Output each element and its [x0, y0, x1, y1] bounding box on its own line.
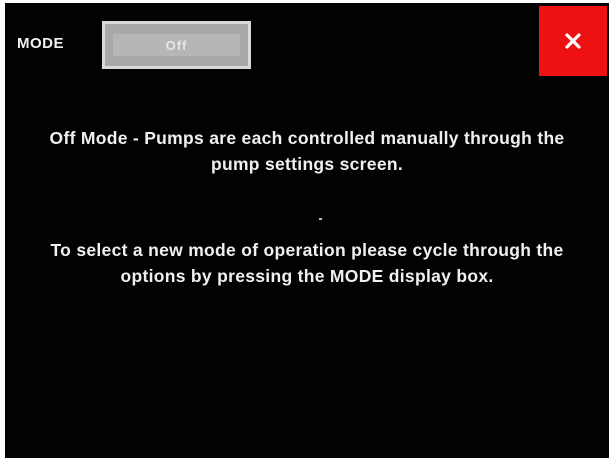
divider	[319, 218, 322, 220]
mode-label: MODE	[17, 35, 64, 52]
mode-value: Off	[165, 37, 188, 53]
mode-info-screen: MODE Off Off Mode - Pumps are each contr…	[5, 3, 609, 458]
close-button[interactable]	[539, 6, 607, 76]
mode-display-box[interactable]: Off	[102, 21, 251, 69]
close-icon	[565, 33, 581, 49]
mode-instruction-text: To select a new mode of operation please…	[50, 240, 564, 286]
mode-description-text: Off Mode - Pumps are each controlled man…	[49, 128, 565, 174]
